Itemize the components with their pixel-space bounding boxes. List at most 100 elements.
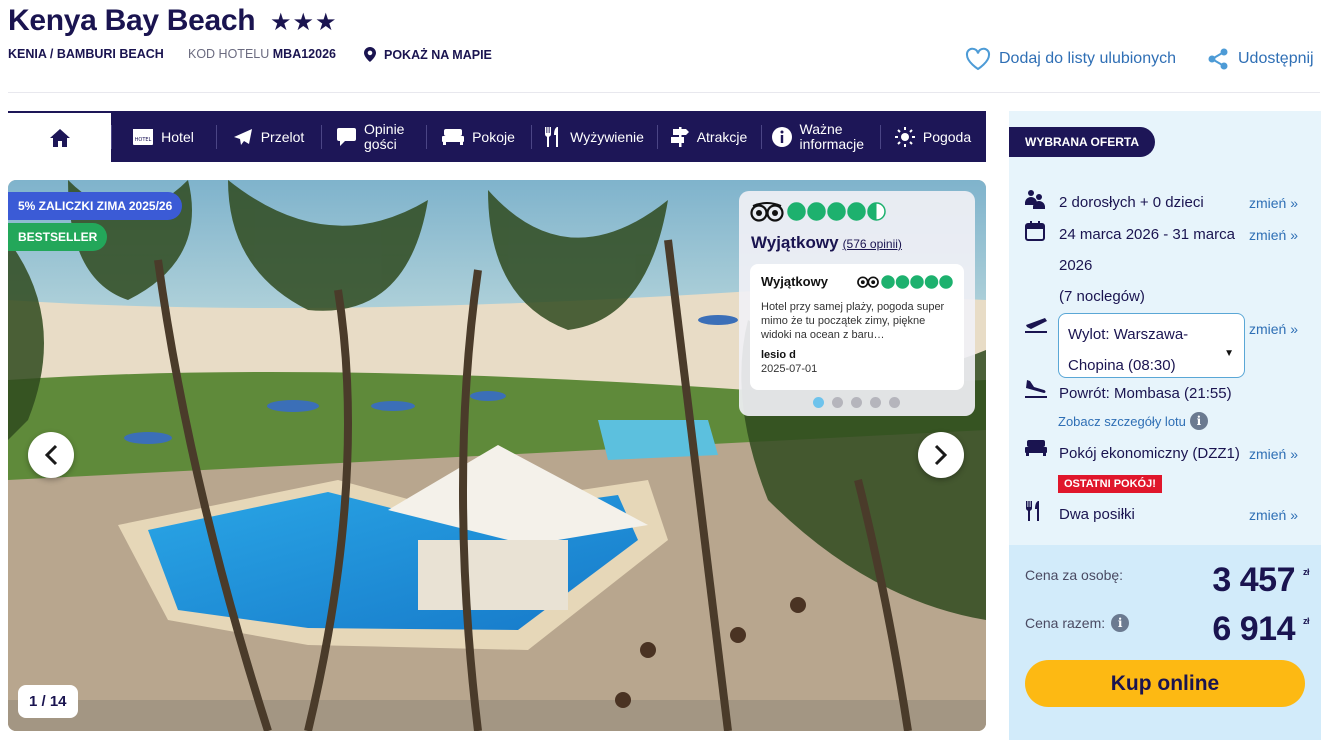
rating-bubbles <box>787 202 886 221</box>
change-dates-link[interactable]: zmień » <box>1249 227 1298 243</box>
buy-online-button[interactable]: Kup online <box>1025 660 1305 707</box>
return-text: Powrót: Mombasa (21:55) <box>1059 385 1232 402</box>
room-row: Pokój ekonomiczny (DZZ1) <box>1025 438 1240 469</box>
tab-home[interactable] <box>8 111 111 162</box>
tab-rooms-label: Pokoje <box>472 128 515 145</box>
chosen-offer-badge: WYBRANA OFERTA <box>1009 127 1155 157</box>
gallery-next-button[interactable] <box>918 432 964 478</box>
board-text: Dwa posiłki <box>1059 506 1135 523</box>
tripadvisor-owl-small-icon <box>857 276 879 288</box>
rating-bubble <box>787 202 806 221</box>
people-icon <box>1025 190 1045 209</box>
sun-icon <box>894 126 915 147</box>
add-to-favorites-label: Dodaj do listy ulubionych <box>999 50 1176 67</box>
hotel-code-label: KOD HOTELU <box>188 47 270 61</box>
board-row: Dwa posiłki <box>1025 499 1135 530</box>
header-divider <box>8 92 1320 93</box>
change-travelers-link[interactable]: zmień » <box>1249 195 1298 211</box>
departure-plane-icon <box>1025 318 1047 333</box>
info-icon <box>771 126 792 147</box>
share-label: Udostępnij <box>1238 50 1314 67</box>
carousel-dot[interactable] <box>889 397 900 408</box>
fork-knife-icon <box>1026 501 1039 521</box>
hotel-icon: HOTEL <box>133 128 154 145</box>
gallery-prev-button[interactable] <box>28 432 74 478</box>
total-price-value: 6 914 <box>1212 610 1295 648</box>
rating-bubble <box>847 202 866 221</box>
tab-important-info[interactable]: Ważne informacje <box>761 111 880 162</box>
tripadvisor-owl-icon <box>750 202 784 222</box>
price-per-person-label: Cena za osobę: <box>1025 567 1124 583</box>
hotel-location[interactable]: KENIA / BAMBURI BEACH <box>8 47 164 61</box>
flight-details-link[interactable]: Zobacz szczegóły lotu i <box>1058 412 1208 430</box>
tab-attractions[interactable]: Atrakcje <box>657 111 761 162</box>
tab-hotel[interactable]: HOTEL Hotel <box>111 111 216 162</box>
departure-select[interactable]: Wylot: Warszawa- Chopina (08:30) ▼ <box>1058 313 1245 378</box>
departure-line1: Wylot: Warszawa- <box>1068 326 1189 343</box>
nights-text: (7 noclegów) <box>1059 288 1145 305</box>
change-departure-link[interactable]: zmień » <box>1249 321 1298 337</box>
signpost-icon <box>670 126 689 147</box>
plane-icon <box>233 128 252 145</box>
carousel-dot[interactable] <box>813 397 824 408</box>
svg-text:HOTEL: HOTEL <box>135 137 152 143</box>
total-price: 6 914 zł <box>1212 610 1309 649</box>
rating-bubble <box>895 274 910 289</box>
tab-important-info-label: Ważne informacje <box>799 120 865 152</box>
dates-line2: 2026 <box>1059 257 1093 274</box>
price-per-person-value: 3 457 <box>1212 561 1295 599</box>
add-to-favorites-button[interactable]: Dodaj do listy ulubionych <box>965 47 1176 71</box>
review-rating-bubbles <box>881 274 953 289</box>
tab-rooms[interactable]: Pokoje <box>426 111 531 162</box>
price-info-icon[interactable]: i <box>1111 614 1130 632</box>
hotel-tab-bar: HOTEL Hotel Przelot Opinie gości Pokoje … <box>8 111 986 162</box>
tab-flight[interactable]: Przelot <box>216 111 321 162</box>
review-carousel-dots[interactable] <box>813 397 900 408</box>
tripadvisor-reviews-link[interactable]: (576 opinii) <box>843 237 902 251</box>
carousel-dot[interactable] <box>832 397 843 408</box>
tripadvisor-rating-label: Wyjątkowy <box>751 233 839 252</box>
total-price-label: Cena razem: <box>1025 615 1106 631</box>
carousel-dot[interactable] <box>851 397 862 408</box>
price-per-person: 3 457 zł <box>1212 561 1309 600</box>
review-date: 2025-07-01 <box>761 363 818 375</box>
rating-bubble <box>924 274 939 289</box>
dropdown-arrow-icon: ▼ <box>1224 348 1234 359</box>
tab-reviews[interactable]: Opinie gości <box>321 111 426 162</box>
hotel-code: KOD HOTELU MBA12026 <box>188 47 336 61</box>
gallery-counter: 1 / 14 <box>18 685 78 718</box>
show-on-map-link[interactable]: POKAŻ NA MAPIE <box>364 47 492 62</box>
tab-board-label: Wyżywienie <box>570 128 644 145</box>
tab-board[interactable]: Wyżywienie <box>531 111 657 162</box>
arrival-plane-icon <box>1025 380 1047 398</box>
heart-icon <box>965 47 991 71</box>
bed-icon <box>1025 440 1047 456</box>
total-price-label-row: Cena razem: i <box>1025 614 1130 632</box>
tab-weather[interactable]: Pogoda <box>880 111 986 162</box>
chat-icon <box>337 127 356 146</box>
last-room-badge: OSTATNI POKÓJ! <box>1058 475 1162 493</box>
bed-icon <box>442 128 465 145</box>
flight-details-label: Zobacz szczegóły lotu <box>1058 413 1186 429</box>
review-text: Hotel przy samej plaży, pogoda super mim… <box>761 301 945 341</box>
rating-bubble <box>807 202 826 221</box>
flight-info-icon[interactable]: i <box>1189 412 1208 430</box>
rating-bubble <box>939 274 953 289</box>
change-room-link[interactable]: zmień » <box>1249 446 1298 462</box>
chevron-right-icon <box>934 444 948 466</box>
tab-weather-label: Pogoda <box>922 128 972 145</box>
price-currency: zł <box>1302 567 1310 577</box>
tab-reviews-label: Opinie gości <box>364 120 405 152</box>
review-title: Wyjątkowy <box>761 274 828 289</box>
review-score <box>857 274 953 289</box>
change-board-link[interactable]: zmień » <box>1249 507 1298 523</box>
review-author: lesio d <box>761 349 796 361</box>
rating-bubble <box>910 274 924 289</box>
share-button[interactable]: Udostępnij <box>1206 47 1314 71</box>
travelers-text: 2 dorosłych + 0 dzieci <box>1059 194 1204 211</box>
tripadvisor-score <box>750 202 887 222</box>
carousel-dot[interactable] <box>870 397 881 408</box>
hotel-stars: ★★★ <box>270 9 338 36</box>
show-on-map-label: POKAŻ NA MAPIE <box>384 47 492 62</box>
calendar-icon <box>1025 221 1045 241</box>
